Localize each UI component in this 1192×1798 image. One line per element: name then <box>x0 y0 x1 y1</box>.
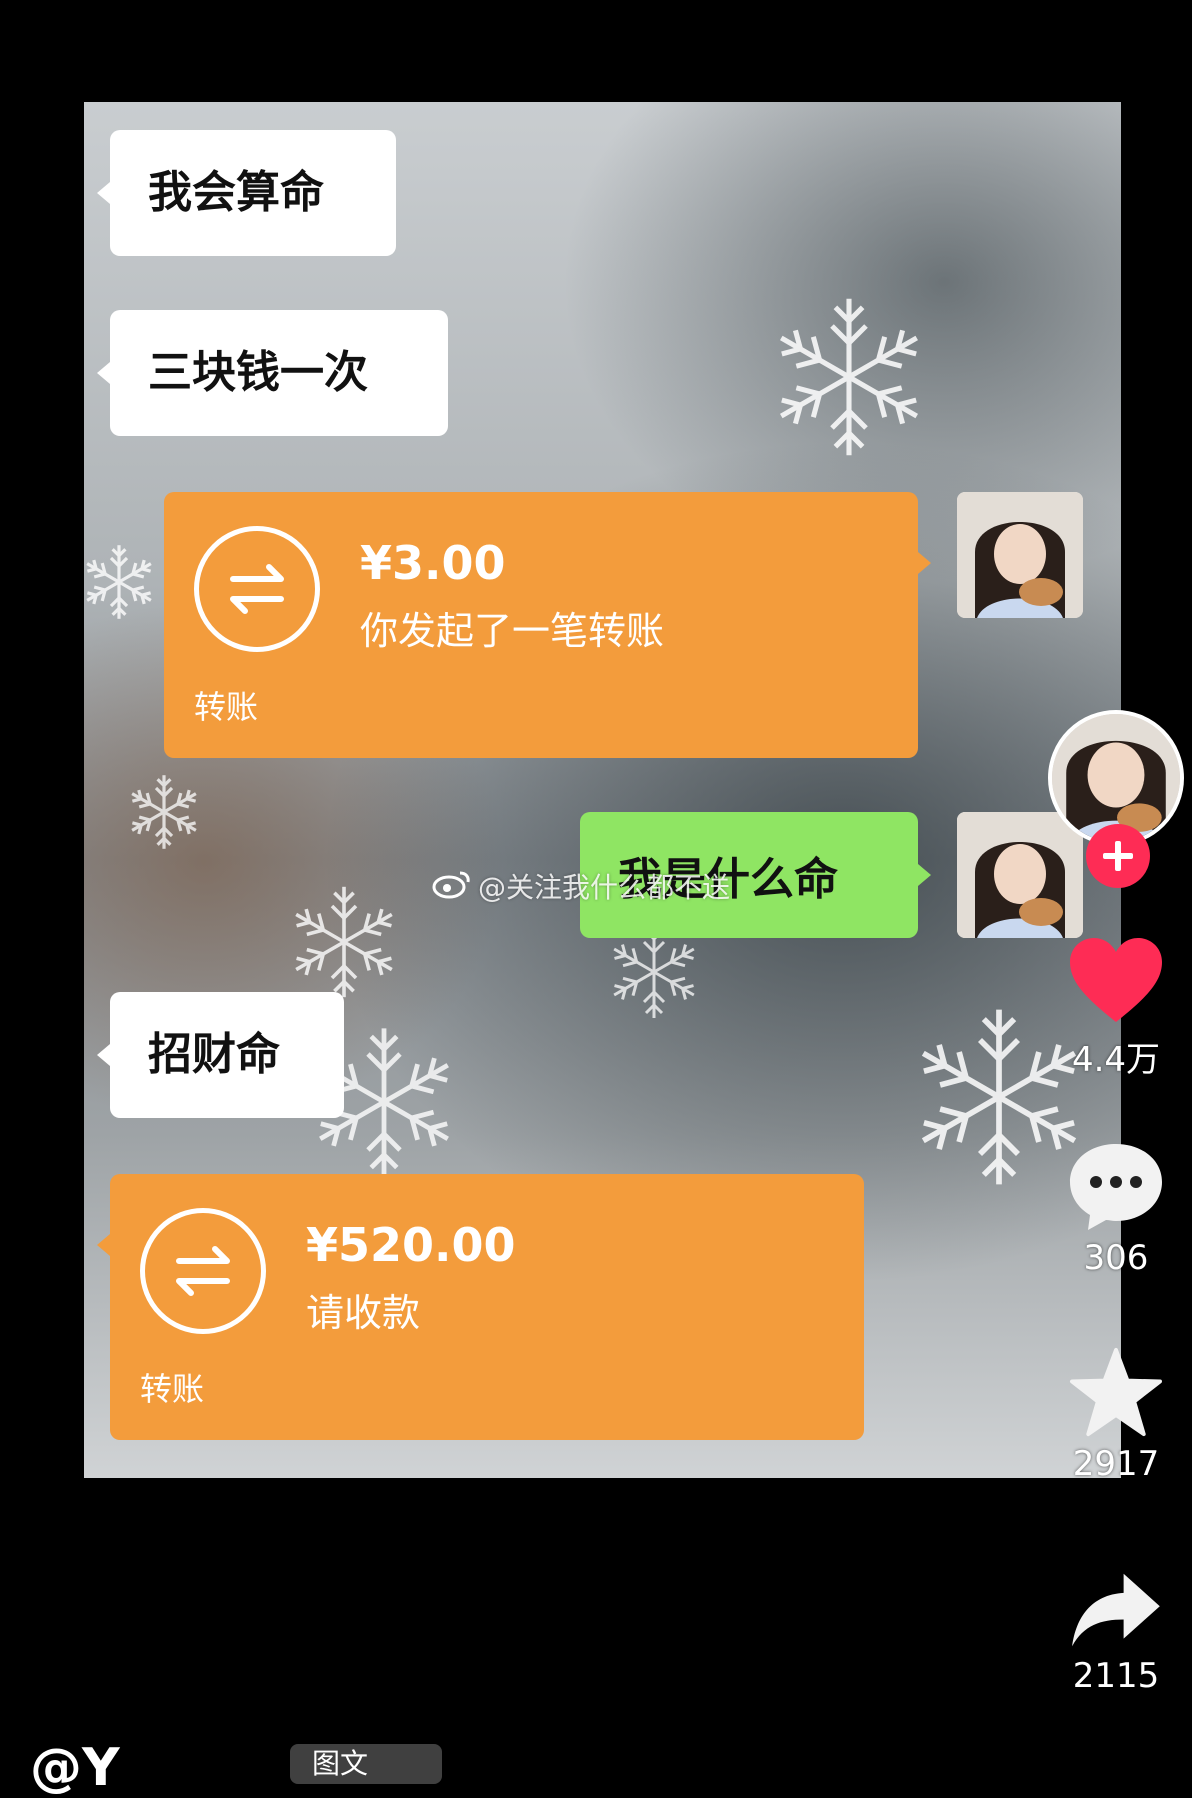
sender-avatar[interactable] <box>957 492 1083 618</box>
watermark-text: @关注我什么都不送 <box>478 871 731 904</box>
snowflake-decoration <box>84 542 159 622</box>
like-count: 4.4万 <box>1071 1040 1161 1080</box>
transfer-icon <box>194 526 320 652</box>
message-bubble: 三块钱一次 <box>97 310 448 436</box>
transfer-amount: ¥3.00 <box>360 536 506 590</box>
share-button[interactable]: 2115 <box>1040 1570 1192 1696</box>
share-arrow-icon <box>1072 1573 1160 1647</box>
message-text: 三块钱一次 <box>148 347 368 398</box>
comment-button[interactable]: 306 <box>1040 1140 1192 1278</box>
message-bubble: 我会算命 <box>97 130 396 256</box>
star-icon <box>1069 1347 1162 1437</box>
message-text: 招财命 <box>148 1029 280 1080</box>
transfer-description: 你发起了一笔转账 <box>360 609 665 653</box>
snowflake-decoration <box>124 772 204 852</box>
message-text: 我会算命 <box>148 167 324 218</box>
transfer-card[interactable]: ¥520.00 请收款 转账 <box>97 1174 864 1440</box>
snowflake-decoration <box>764 292 934 462</box>
author-name[interactable]: @Y <box>30 1738 120 1798</box>
comment-icon <box>1070 1144 1162 1230</box>
weibo-icon <box>432 867 472 906</box>
transfer-description: 请收款 <box>306 1291 421 1335</box>
favorite-count: 2917 <box>1072 1444 1160 1484</box>
comment-count: 306 <box>1083 1238 1149 1278</box>
like-button[interactable]: 4.4万 <box>1040 936 1192 1081</box>
follow-button[interactable] <box>1086 824 1150 888</box>
heart-icon <box>1070 938 1162 1022</box>
transfer-card[interactable]: ¥3.00 你发起了一笔转账 转账 <box>164 492 931 758</box>
transfer-footer: 转账 <box>140 1370 205 1408</box>
transfer-footer: 转账 <box>194 688 259 726</box>
transfer-icon <box>140 1208 266 1334</box>
share-count: 2115 <box>1072 1656 1160 1696</box>
post-type-badge: 图文 <box>290 1744 442 1784</box>
message-bubble: 招财命 <box>97 992 344 1118</box>
action-sidebar: 4.4万 306 2917 2115 <box>1040 700 1192 1750</box>
watermark: @关注我什么都不送 <box>432 866 730 906</box>
snowflake-decoration <box>284 882 404 1002</box>
favorite-button[interactable]: 2917 <box>1040 1346 1192 1484</box>
video-frame[interactable]: 我会算命 三块钱一次 ¥3.00 你发起了一笔转账 转账 我是什么命 招财命 ¥… <box>84 102 1121 1478</box>
transfer-amount: ¥520.00 <box>306 1218 516 1272</box>
